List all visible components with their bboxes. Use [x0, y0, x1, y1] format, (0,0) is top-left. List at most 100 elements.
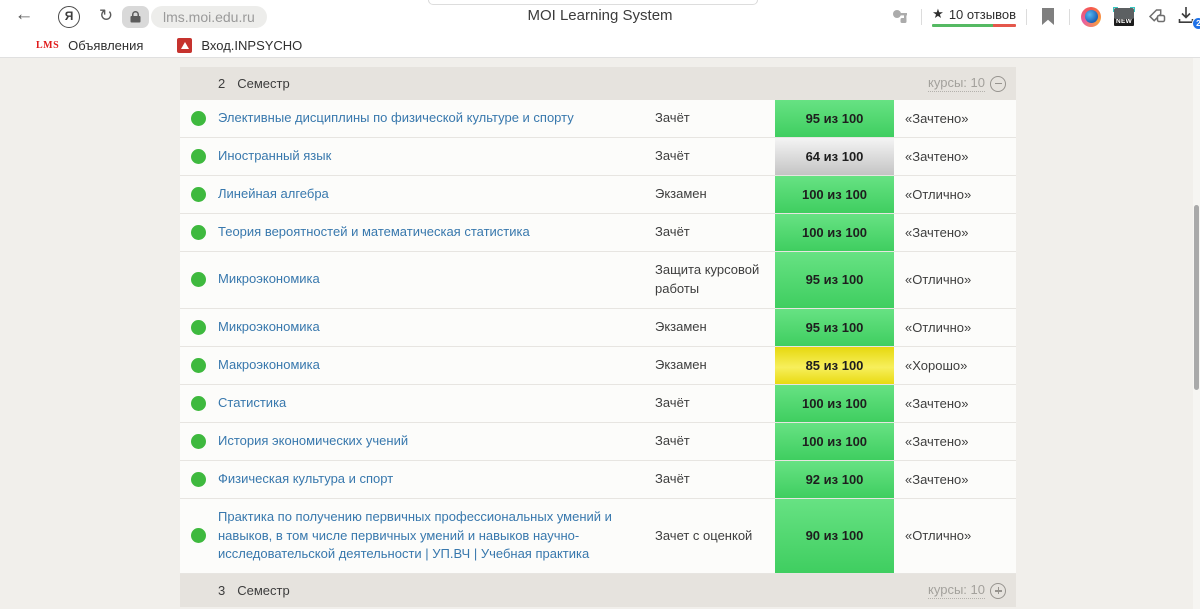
status-dot-icon	[191, 528, 206, 543]
status-dot-icon	[191, 187, 206, 202]
semester-number: 3	[218, 583, 225, 598]
status-dot-icon	[191, 434, 206, 449]
semester-title: Семестр	[237, 583, 289, 598]
score-badge: 95 из 100	[775, 100, 894, 137]
download-count-badge: 2	[1192, 17, 1200, 30]
courses-count-link[interactable]: курсы: 10	[928, 75, 985, 92]
status-dot-icon	[191, 396, 206, 411]
address-bar[interactable]: lms.moi.edu.ru	[122, 6, 267, 28]
assessment-type: Зачёт	[655, 138, 775, 175]
status-dot-icon	[191, 272, 206, 287]
status-dot-icon	[191, 320, 206, 335]
course-link[interactable]: Статистика	[218, 394, 286, 413]
assessment-type: Экзамен	[655, 176, 775, 213]
course-link[interactable]: Физическая культура и спорт	[218, 470, 393, 489]
collapse-semester-button[interactable]	[990, 76, 1006, 92]
assessment-type: Экзамен	[655, 347, 775, 384]
course-link[interactable]: Элективные дисциплины по физической куль…	[218, 109, 574, 128]
score-badge: 64 из 100	[775, 138, 894, 175]
semester-title: Семестр	[237, 76, 289, 91]
scrollbar-thumb[interactable]	[1194, 205, 1199, 390]
assessment-type: Зачёт	[655, 385, 775, 422]
grade-text: «Отлично»	[894, 499, 1016, 574]
url-text[interactable]: lms.moi.edu.ru	[151, 6, 267, 28]
protect-key-icon[interactable]	[889, 6, 911, 28]
status-dot-icon	[191, 225, 206, 240]
expand-semester-button[interactable]	[990, 583, 1006, 599]
course-link[interactable]: История экономических учений	[218, 432, 408, 451]
grades-table: 2 Семестр курсы: 10 Элективные дисциплин…	[180, 67, 1016, 607]
browser-window: ← Я ↻ lms.moi.edu.ru MOI Learning System…	[0, 0, 1200, 609]
active-tab-edge	[428, 0, 758, 5]
grade-text: «Хорошо»	[894, 347, 1016, 384]
status-dot-icon	[191, 358, 206, 373]
course-link[interactable]: Макроэкономика	[218, 356, 320, 375]
assessment-type: Зачет с оценкой	[655, 499, 775, 574]
bookmark-icon[interactable]	[1037, 6, 1059, 28]
inpsycho-favicon	[177, 38, 192, 53]
bookmark-announcements[interactable]: LMS Объявления	[36, 38, 143, 53]
browser-toolbar: ← Я ↻ lms.moi.edu.ru MOI Learning System…	[0, 0, 1200, 33]
course-link[interactable]: Практика по получению первичных професси…	[218, 508, 637, 565]
course-row: Иностранный язык Зачёт 64 из 100 «Зачтен…	[180, 138, 1016, 176]
course-link[interactable]: Линейная алгебра	[218, 185, 329, 204]
course-link[interactable]: Иностранный язык	[218, 147, 331, 166]
semester-2-header: 2 Семестр курсы: 10	[180, 67, 1016, 100]
separator	[1069, 9, 1070, 25]
course-row: Микроэкономика Защита курсовой работы 95…	[180, 252, 1016, 309]
separator	[921, 9, 922, 25]
course-row: Линейная алгебра Экзамен 100 из 100 «Отл…	[180, 176, 1016, 214]
bookmark-label: Объявления	[68, 38, 143, 53]
assessment-type: Зачёт	[655, 100, 775, 137]
lms-favicon: LMS	[36, 40, 59, 51]
semester-number: 2	[218, 76, 225, 91]
course-row: Микроэкономика Экзамен 95 из 100 «Отличн…	[180, 309, 1016, 347]
refresh-button[interactable]: ↻	[94, 4, 118, 28]
course-row: Статистика Зачёт 100 из 100 «Зачтено»	[180, 385, 1016, 423]
status-dot-icon	[191, 472, 206, 487]
extension-browser-icon[interactable]	[1080, 6, 1102, 28]
score-badge: 100 из 100	[775, 423, 894, 460]
bookmark-label: Вход.INPSYCHO	[201, 38, 302, 53]
score-badge: 100 из 100	[775, 385, 894, 422]
score-badge: 85 из 100	[775, 347, 894, 384]
bookmark-inpsycho[interactable]: Вход.INPSYCHO	[177, 38, 302, 53]
grade-text: «Отлично»	[894, 252, 1016, 308]
back-button[interactable]: ←	[12, 3, 36, 27]
collections-tag-icon[interactable]	[1146, 6, 1168, 28]
assessment-type: Зачёт	[655, 461, 775, 498]
course-link[interactable]: Микроэкономика	[218, 270, 320, 289]
grade-text: «Отлично»	[894, 309, 1016, 346]
course-row: Практика по получению первичных професси…	[180, 499, 1016, 575]
status-dot-icon	[191, 111, 206, 126]
grade-text: «Отлично»	[894, 176, 1016, 213]
courses-count-link[interactable]: курсы: 10	[928, 582, 985, 599]
lock-icon[interactable]	[122, 6, 149, 28]
course-link[interactable]: Микроэкономика	[218, 318, 320, 337]
course-link[interactable]: Теория вероятностей и математическая ста…	[218, 223, 530, 242]
score-badge: 92 из 100	[775, 461, 894, 498]
assessment-type: Защита курсовой работы	[655, 252, 775, 308]
assessment-type: Экзамен	[655, 309, 775, 346]
rating-text: 10 отзывов	[949, 7, 1016, 22]
course-rows: Элективные дисциплины по физической куль…	[180, 100, 1016, 574]
assessment-type: Зачёт	[655, 423, 775, 460]
yandex-button[interactable]: Я	[58, 6, 80, 28]
course-row: Физическая культура и спорт Зачёт 92 из …	[180, 461, 1016, 499]
star-icon: ★	[932, 6, 944, 22]
course-row: Элективные дисциплины по физической куль…	[180, 100, 1016, 138]
course-row: История экономических учений Зачёт 100 и…	[180, 423, 1016, 461]
assessment-type: Зачёт	[655, 214, 775, 251]
course-row: Теория вероятностей и математическая ста…	[180, 214, 1016, 252]
semester-3-header: 3 Семестр курсы: 10	[180, 574, 1016, 607]
grade-text: «Зачтено»	[894, 100, 1016, 137]
bookmarks-bar: LMS Объявления Вход.INPSYCHO	[0, 33, 1200, 58]
screenshot-tool-icon[interactable]: NEW	[1112, 8, 1136, 26]
site-rating[interactable]: ★ 10 отзывов	[932, 6, 1016, 27]
downloads-button[interactable]: 2	[1178, 6, 1198, 28]
score-badge: 100 из 100	[775, 176, 894, 213]
grade-text: «Зачтено»	[894, 423, 1016, 460]
score-badge: 100 из 100	[775, 214, 894, 251]
scrollbar-track[interactable]	[1193, 58, 1200, 609]
page-content: 2 Семестр курсы: 10 Элективные дисциплин…	[0, 58, 1200, 609]
